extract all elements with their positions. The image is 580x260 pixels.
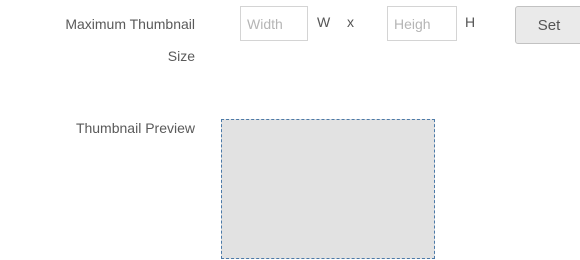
thumbnail-size-label-line2: Size [167, 48, 195, 64]
set-button[interactable]: Set [515, 6, 580, 44]
height-input[interactable] [387, 6, 457, 41]
width-input[interactable] [240, 6, 308, 41]
height-unit-label: H [465, 14, 476, 30]
thumbnail-preview-box [221, 119, 435, 259]
thumbnail-size-label-line1: Maximum Thumbnail [65, 16, 195, 32]
thumbnail-preview-label: Thumbnail Preview [75, 120, 195, 136]
dimension-separator: x [347, 14, 354, 30]
width-unit-label: W [317, 14, 331, 30]
